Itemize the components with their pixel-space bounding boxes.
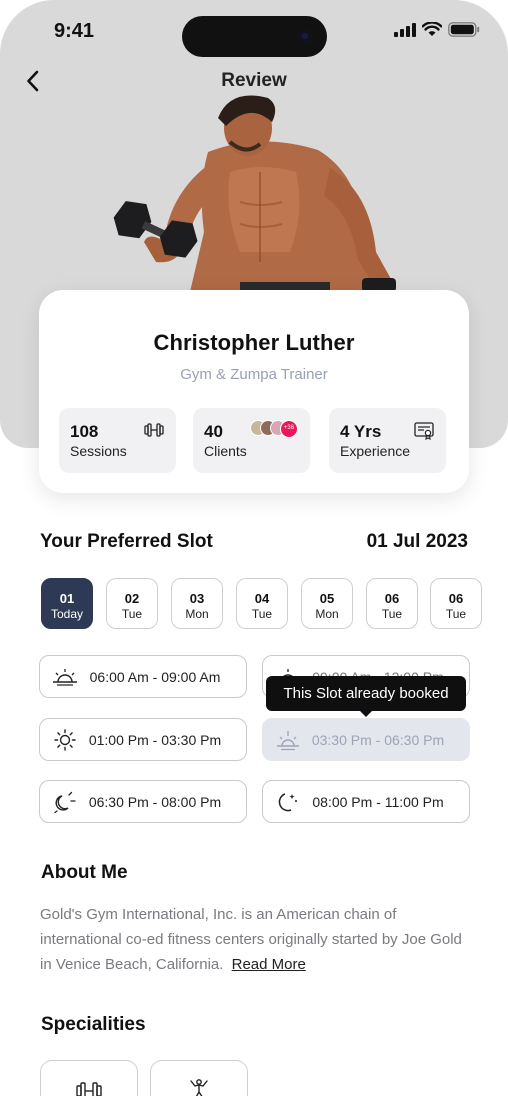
dumbbell-icon [144,423,164,437]
moon-stars-icon [278,792,297,811]
time-slot[interactable]: 01:00 Pm - 03:30 Pm [39,718,247,761]
moon-sun-icon [54,791,76,813]
day-number: 01 [59,591,75,606]
day-number: 02 [124,591,140,606]
page-title: Review [221,70,287,91]
client-count-badge: +36 [280,420,298,438]
camera-dot [299,30,311,42]
dynamic-island [182,16,327,57]
day-number: 03 [189,591,205,606]
preferred-slot-heading: Your Preferred Slot [40,531,213,552]
time-slot[interactable]: 06:00 Am - 09:00 Am [39,655,247,698]
slot-time: 08:00 Pm - 11:00 Pm [312,793,444,810]
specialities-heading: Specialities [41,1014,146,1035]
sunrise-icon [53,668,77,686]
battery-icon [448,22,480,37]
day-number: 06 [448,591,464,606]
wifi-icon [422,22,442,36]
stat-label: Sessions [70,443,127,459]
day-chip-today[interactable]: 01 Today [41,578,93,629]
time-slot[interactable]: 06:30 Pm - 08:00 Pm [39,780,247,823]
certificate-icon [414,422,434,440]
stat-sessions: 108 Sessions [59,408,176,473]
sunset-icon [277,730,299,750]
booked-tooltip: This Slot already booked [266,676,466,717]
speciality-card[interactable] [150,1060,248,1096]
day-number: 04 [254,591,270,606]
status-icons [394,22,480,37]
status-time: 9:41 [54,20,95,42]
stat-value: 4 Yrs [340,422,382,441]
slot-time: 03:30 Pm - 06:30 Pm [311,731,445,748]
slot-time: 01:00 Pm - 03:30 Pm [88,731,222,748]
day-chip[interactable]: 02 Tue [106,578,158,629]
day-label: Tue [251,607,273,621]
day-chip[interactable]: 03 Mon [171,578,223,629]
day-label: Tue [445,607,467,621]
selected-date: 01 Jul 2023 [366,531,468,552]
day-chip[interactable]: 06 Tue [366,578,418,629]
stat-clients: 40 Clients +36 [193,408,310,473]
day-chip[interactable]: 05 Mon [301,578,353,629]
trainer-photo [113,95,396,292]
stat-label: Clients [204,443,247,459]
day-label: Mon [185,607,209,621]
signal-icon [394,22,416,37]
about-text: Gold's Gym International, Inc. is an Ame… [40,902,470,977]
time-slot-booked[interactable]: 03:30 Pm - 06:30 Pm [262,718,470,761]
day-label: Today [50,607,84,621]
day-chip[interactable]: 06 Tue [430,578,482,629]
day-label: Mon [315,607,339,621]
client-avatars: +36 [250,420,298,438]
day-number: 06 [384,591,400,606]
stat-label: Experience [340,443,411,459]
stat-value: 40 [204,422,223,441]
day-chip[interactable]: 04 Tue [236,578,288,629]
zumba-dancer-icon [190,1079,208,1096]
stat-value: 108 [70,422,99,441]
sun-icon [54,728,76,751]
dumbbell-icon [76,1082,102,1096]
trainer-profile-card: Christopher Luther Gym & Zumpa Trainer 1… [39,290,469,493]
day-label: Tue [381,607,403,621]
about-heading: About Me [41,862,128,883]
trainer-role: Gym & Zumpa Trainer [180,366,328,383]
speciality-card[interactable] [40,1060,138,1096]
trainer-name: Christopher Luther [153,330,355,355]
read-more-link[interactable]: Read More [232,956,306,973]
slot-time: 06:30 Pm - 08:00 Pm [88,793,222,810]
day-number: 05 [319,591,335,606]
time-slot[interactable]: 08:00 Pm - 11:00 Pm [262,780,470,823]
day-label: Tue [121,607,143,621]
slot-time: 06:00 Am - 09:00 Am [89,668,221,685]
stat-experience: 4 Yrs Experience [329,408,446,473]
